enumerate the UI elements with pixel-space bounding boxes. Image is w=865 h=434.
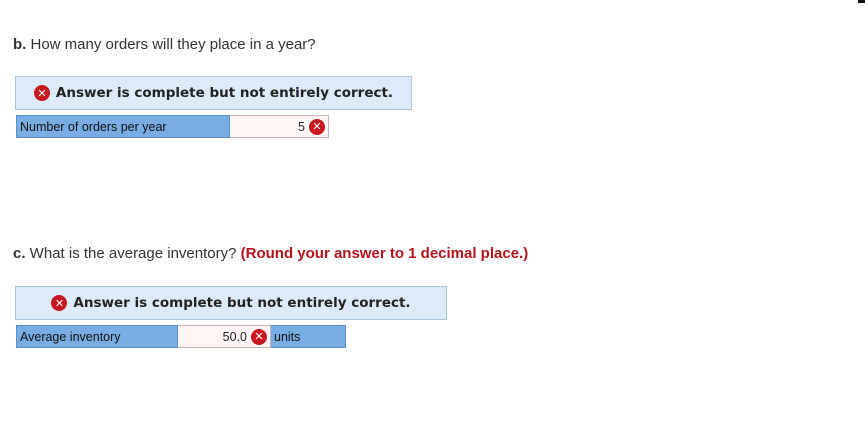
average-inventory-input[interactable]: 50.0 ✕ [178,325,271,348]
question-b-prefix: b. [13,36,27,53]
answer-row-b: Number of orders per year 5 ✕ [16,115,329,138]
answer-row-c: Average inventory 50.0 ✕ units [16,325,346,348]
question-b: b. How many orders will they place in a … [13,36,316,53]
question-c-text: What is the average inventory? [25,245,241,262]
question-c-prefix: c. [13,245,26,262]
average-inventory-label: Average inventory [16,325,178,348]
incorrect-x-icon: ✕ [251,328,267,345]
average-inventory-unit: units [271,325,346,348]
question-b-text: How many orders will they place in a yea… [26,36,316,53]
question-c: c. What is the average inventory? (Round… [13,245,528,262]
incorrect-x-icon: ✕ [51,295,68,311]
banner-b-text: Answer is complete but not entirely corr… [55,85,394,101]
rounding-hint: (Round your answer to 1 decimal place.) [240,245,529,262]
incorrect-x-icon: ✕ [309,118,325,135]
orders-per-year-label: Number of orders per year [16,115,230,138]
window-corner-mark [858,0,865,3]
orders-per-year-value: 5 [298,119,305,134]
answer-status-banner-b: ✕ Answer is complete but not entirely co… [15,76,412,110]
answer-status-banner-c: ✕ Answer is complete but not entirely co… [15,286,447,320]
average-inventory-value: 50.0 [222,329,247,344]
banner-c-text: Answer is complete but not entirely corr… [73,295,411,311]
incorrect-x-icon: ✕ [33,85,50,101]
orders-per-year-input[interactable]: 5 ✕ [230,115,329,138]
